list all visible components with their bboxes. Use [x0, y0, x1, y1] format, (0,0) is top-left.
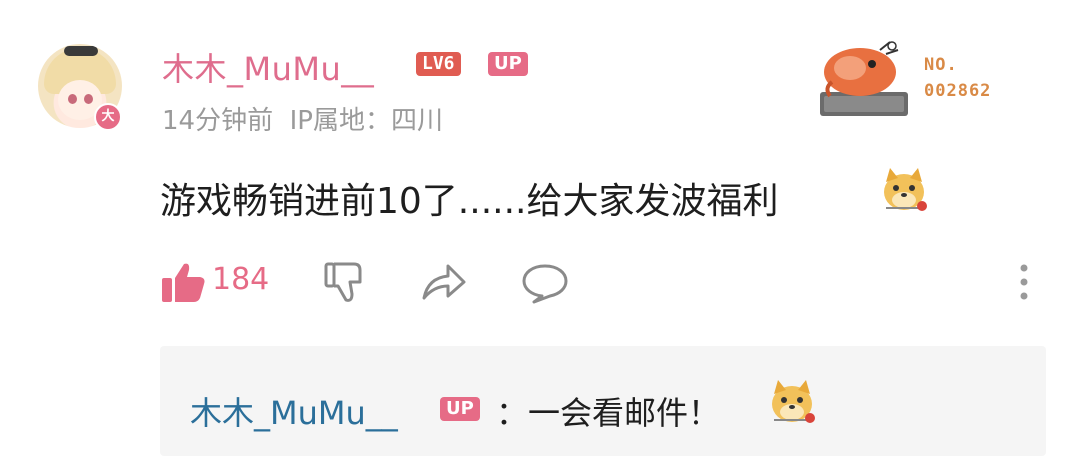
post-content: 游戏畅销进前10了......给大家发波福利	[160, 181, 779, 222]
decoration-number: NO. 002862	[924, 52, 991, 104]
more-icon[interactable]	[1016, 262, 1032, 302]
ip-location: IP属地：四川	[289, 106, 443, 136]
comment-icon[interactable]	[520, 260, 570, 306]
level-badge: LV6	[416, 52, 461, 76]
reply-up-badge: UP	[440, 397, 480, 421]
doge-icon	[884, 168, 927, 211]
post-meta: 14分钟前 IP属地：四川	[162, 100, 443, 137]
shrimp-decoration-icon	[820, 41, 908, 116]
thumbs-down-icon[interactable]	[322, 260, 368, 306]
thumbs-up-icon[interactable]	[162, 262, 206, 304]
post-time: 14分钟前	[162, 106, 274, 136]
reply-username[interactable]: 木木_MuMu__	[190, 388, 398, 434]
like-count: 184	[212, 262, 270, 297]
doge-emoji	[878, 164, 930, 216]
post-username[interactable]: 木木_MuMu__	[162, 44, 374, 90]
decoration-serial: 002862	[924, 81, 992, 101]
reply-text: ：一会看邮件！	[496, 394, 721, 432]
up-badge: UP	[488, 52, 528, 76]
doge-emoji	[766, 376, 818, 428]
decoration-label: NO.	[924, 55, 958, 75]
avatar-verified-badge: 大	[94, 103, 122, 131]
doge-icon	[772, 380, 815, 423]
decoration-card[interactable]	[820, 38, 910, 120]
share-icon[interactable]	[420, 260, 468, 306]
